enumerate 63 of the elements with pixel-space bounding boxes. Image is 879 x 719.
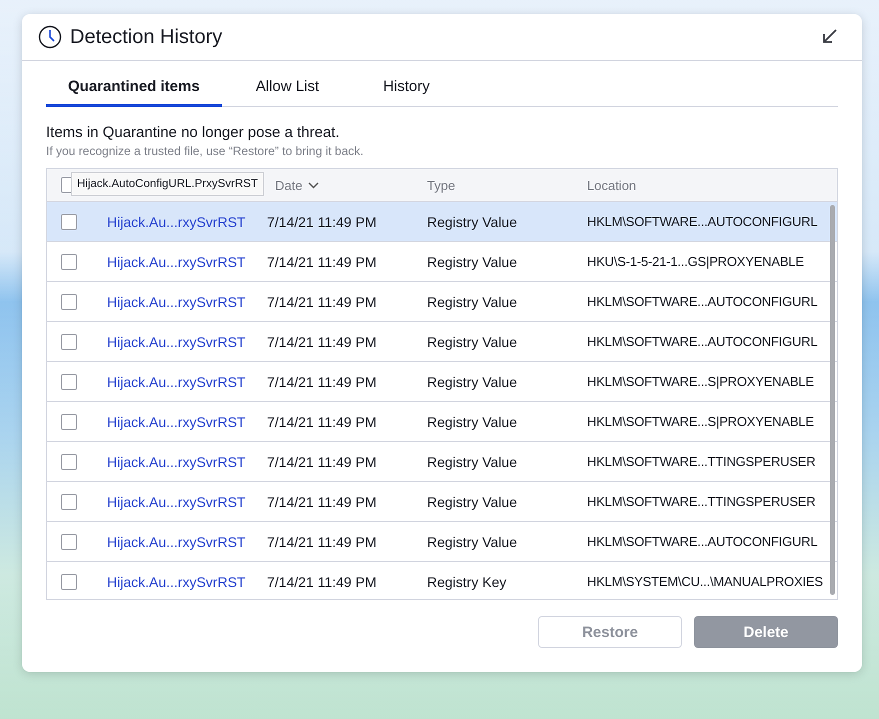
table-cell-text: Registry Value xyxy=(427,534,518,550)
table-cell-text: HKLM\SOFTWARE...S|PROXYENABLE xyxy=(587,414,815,429)
checkbox[interactable] xyxy=(61,214,77,230)
detection-name-link[interactable]: Hijack.Au...rxySvrRST xyxy=(107,334,246,350)
table-cell-text: 7/14/21 11:49 PM xyxy=(267,454,378,470)
clock-icon xyxy=(38,25,62,49)
table-cell-text: HKLM\SYSTEM\CU...\MANUALPROXIES xyxy=(587,574,824,589)
table-cell-text: Registry Value xyxy=(427,414,518,430)
table-cell-text: 7/14/21 11:49 PM xyxy=(267,574,378,590)
table-cell-text: Registry Value xyxy=(427,214,518,230)
table-cell-text: Registry Value xyxy=(427,494,518,510)
detection-name-link[interactable]: Hijack.Au...rxySvrRST xyxy=(107,574,246,590)
detection-name-link[interactable]: Hijack.Au...rxySvrRST xyxy=(107,414,246,430)
table-cell-text: 7/14/21 11:49 PM xyxy=(267,254,378,270)
table-cell-text: HKLM\SOFTWARE...S|PROXYENABLE xyxy=(587,374,815,389)
table-cell-text: Registry Value xyxy=(427,254,518,270)
table-cell-text: Registry Key xyxy=(427,574,508,590)
checkbox[interactable] xyxy=(61,294,77,310)
window-title: Detection History xyxy=(70,26,224,48)
checkbox[interactable] xyxy=(61,414,77,430)
checkbox[interactable] xyxy=(61,494,77,510)
checkbox[interactable] xyxy=(61,454,77,470)
column-header[interactable]: Date xyxy=(267,178,427,192)
restore-hint: If you recognize a trusted file, use “Restore” to bring it back. xyxy=(46,144,364,158)
table-cell-text: 7/14/21 11:49 PM xyxy=(267,534,378,550)
table-cell-text: Registry Value xyxy=(427,374,518,390)
table-cell-text: 7/14/21 11:49 PM xyxy=(267,414,378,430)
detection-name-link[interactable]: Hijack.Au...rxySvrRST xyxy=(107,454,246,470)
table-cell-text: 7/14/21 11:49 PM xyxy=(267,334,378,350)
detection-name-link[interactable]: Hijack.Au...rxySvrRST xyxy=(107,534,246,550)
table-cell-text: Registry Value xyxy=(427,294,518,310)
checkbox[interactable] xyxy=(61,374,77,390)
table-cell-text: 7/14/21 11:49 PM xyxy=(267,214,378,230)
table-cell-text: HKLM\SOFTWARE...TTINGSPERUSER xyxy=(587,454,816,469)
quarantine-heading: Items in Quarantine no longer pose a threat. xyxy=(46,124,341,141)
table-cell-text: HKU\S-1-5-21-1...GS|PROXYENABLE xyxy=(587,254,805,269)
tab[interactable]: History xyxy=(361,71,452,107)
tab[interactable]: Quarantined items xyxy=(46,71,222,107)
column-header[interactable]: Location xyxy=(587,178,837,192)
table-cell-text: HKLM\SOFTWARE...AUTOCONFIGURL xyxy=(587,334,818,349)
checkbox[interactable] xyxy=(61,334,77,350)
checkbox[interactable] xyxy=(61,534,77,550)
checkbox[interactable] xyxy=(61,254,77,270)
table-cell-text: HKLM\SOFTWARE...AUTOCONFIGURL xyxy=(587,214,818,229)
detection-name-link[interactable]: Hijack.Au...rxySvrRST xyxy=(107,294,246,310)
scrollbar[interactable] xyxy=(830,205,835,595)
detection-name-link[interactable]: Hijack.Au...rxySvrRST xyxy=(107,214,246,230)
table-cell-text: Registry Value xyxy=(427,454,518,470)
detection-name-link[interactable]: Hijack.Au...rxySvrRST xyxy=(107,254,246,270)
table-cell-text: HKLM\SOFTWARE...TTINGSPERUSER xyxy=(587,494,816,509)
table-cell-text: 7/14/21 11:49 PM xyxy=(267,374,378,390)
table-cell-text: 7/14/21 11:49 PM xyxy=(267,494,378,510)
table-cell-text: Registry Value xyxy=(427,334,518,350)
tooltip: Hijack.AutoConfigURL.PrxySvrRST xyxy=(71,172,264,196)
table-cell-text: 7/14/21 11:49 PM xyxy=(267,294,378,310)
tab[interactable]: Allow List xyxy=(234,71,342,107)
table-cell-text: HKLM\SOFTWARE...AUTOCONFIGURL xyxy=(587,534,818,549)
column-header[interactable]: Type xyxy=(427,178,587,192)
table-row[interactable]: Hijack.Au...rxySvrRST 7/14/21 11:49 PM Registry Value HKLM\SOFTWARE...AUTOCONFIGURL xyxy=(47,202,837,242)
checkbox[interactable] xyxy=(61,574,77,590)
table-cell-text: HKLM\SOFTWARE...AUTOCONFIGURL xyxy=(587,294,818,309)
detection-name-link[interactable]: Hijack.Au...rxySvrRST xyxy=(107,374,246,390)
detection-name-link[interactable]: Hijack.Au...rxySvrRST xyxy=(107,494,246,510)
